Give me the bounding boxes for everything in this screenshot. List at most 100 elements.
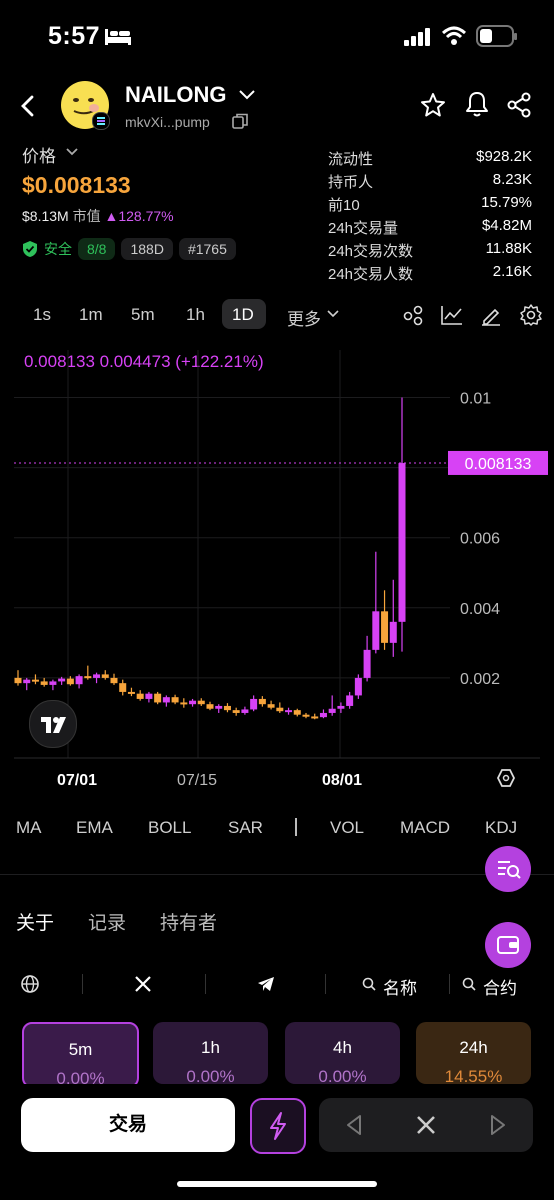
bell-icon[interactable] xyxy=(464,90,490,118)
chevron-down-icon[interactable] xyxy=(238,89,256,101)
tab-holders[interactable]: 持有者 xyxy=(160,908,217,935)
draw-pen-icon[interactable] xyxy=(480,304,502,326)
candle-body xyxy=(40,681,48,685)
indicator-macd[interactable]: MACD xyxy=(400,818,450,838)
stat-label: 流动性 xyxy=(328,151,374,168)
candle-body xyxy=(232,710,240,713)
stat-row: 前10 15.79% xyxy=(328,194,532,217)
period-card-1h[interactable]: 1h 0.00% xyxy=(153,1022,268,1084)
indicator-ema[interactable]: EMA xyxy=(76,818,113,838)
period-card-4h[interactable]: 4h 0.00% xyxy=(285,1022,400,1084)
candle-body xyxy=(389,621,397,643)
axis-settings-hexagon-dot xyxy=(502,774,510,782)
navigation-panel xyxy=(319,1098,533,1152)
candle-body xyxy=(319,712,327,718)
timeframe-1m[interactable]: 1m xyxy=(79,305,103,325)
quick-trade-button[interactable] xyxy=(250,1098,306,1154)
timeframe-more[interactable]: 更多 xyxy=(287,305,321,330)
token-name[interactable]: NAILONG xyxy=(125,82,226,108)
market-cap-row: $8.13M 市值 ▲128.77% xyxy=(22,206,174,226)
candle-body xyxy=(381,611,389,643)
candle-body xyxy=(241,709,249,713)
star-icon[interactable] xyxy=(420,92,446,118)
search-name-button[interactable]: 名称 xyxy=(383,974,417,999)
stat-label: 前10 xyxy=(328,197,360,214)
compare-icon[interactable] xyxy=(402,304,424,326)
search-list-fab[interactable] xyxy=(485,846,531,892)
indicator-kdj[interactable]: KDJ xyxy=(485,818,517,838)
shield-check-icon xyxy=(23,241,37,257)
stat-row: 持币人 8.23K xyxy=(328,171,532,194)
period-card-change: 0.00% xyxy=(186,1067,235,1084)
y-tick-label: 0.006 xyxy=(460,531,500,548)
candle-body xyxy=(23,679,31,684)
candle-body xyxy=(398,463,406,622)
y-tick-label: 0.002 xyxy=(460,671,500,688)
globe-icon[interactable] xyxy=(20,974,40,994)
candle-body xyxy=(93,674,101,678)
tradingview-logo xyxy=(29,700,77,748)
search-contract-button[interactable]: 合约 xyxy=(483,974,517,999)
indicator-boll[interactable]: BOLL xyxy=(148,818,191,838)
tab-about[interactable]: 关于 xyxy=(16,908,54,935)
rank-badge: #1765 xyxy=(178,238,236,260)
price-chevron-down-icon[interactable] xyxy=(65,147,79,157)
indicator-sar[interactable]: SAR xyxy=(228,818,263,838)
stat-value: 2.16K xyxy=(492,263,532,280)
candle-body xyxy=(276,707,284,712)
trade-button[interactable]: 交易 xyxy=(21,1098,235,1152)
copy-icon[interactable] xyxy=(232,113,248,129)
back-arrow-icon[interactable] xyxy=(18,95,38,117)
previous-triangle-icon[interactable] xyxy=(343,1114,365,1136)
period-card-label: 5m xyxy=(68,1040,93,1059)
close-icon[interactable] xyxy=(415,1114,437,1136)
battery-icon xyxy=(476,25,517,47)
stats-table: 流动性 $928.2K 持币人 8.23K 前10 15.79% 24h交易量 $4.82M 2… xyxy=(328,148,532,286)
candle-body xyxy=(84,676,92,679)
stat-label: 24h交易人数 xyxy=(328,266,414,283)
wallet-fab[interactable] xyxy=(485,922,531,968)
candle-body xyxy=(145,693,153,699)
stat-value: 15.79% xyxy=(481,194,532,211)
timeframe-1s[interactable]: 1s xyxy=(33,305,51,325)
home-indicator xyxy=(177,1181,377,1187)
share-icon[interactable] xyxy=(506,92,532,118)
safety-score-badge[interactable]: 8/8 xyxy=(78,238,116,260)
candle-body xyxy=(285,710,293,713)
divider xyxy=(82,974,83,994)
contract-search-icon xyxy=(462,977,476,991)
candle-body xyxy=(58,678,66,682)
telegram-icon[interactable] xyxy=(257,976,275,992)
stat-value: 8.23K xyxy=(492,171,532,188)
settings-gear-icon[interactable] xyxy=(519,303,543,327)
section-divider xyxy=(0,874,554,875)
token-address: mkvXi...pump xyxy=(125,114,210,130)
divider xyxy=(325,974,326,994)
period-card-label: 4h xyxy=(333,1038,352,1057)
tab-records[interactable]: 记录 xyxy=(88,908,126,935)
axis-settings-hexagon-icon[interactable] xyxy=(496,769,516,787)
indicator-vol[interactable]: VOL xyxy=(330,818,364,838)
candlestick-chart[interactable]: 0.010.0080.0060.0040.00207/0107/1508/010… xyxy=(0,340,554,800)
indicator-ma[interactable]: MA xyxy=(16,818,42,838)
y-tick-label: 0.01 xyxy=(460,391,491,408)
candle-body xyxy=(215,705,223,709)
period-card-5m[interactable]: 5m 0.00% xyxy=(22,1022,139,1088)
stat-label: 持币人 xyxy=(328,174,374,191)
more-chevron-down-icon[interactable] xyxy=(327,310,339,318)
stat-value: 11.88K xyxy=(485,240,532,257)
line-chart-icon[interactable] xyxy=(441,305,463,325)
timeframe-5m[interactable]: 5m xyxy=(131,305,155,325)
candle-body xyxy=(346,695,354,706)
y-tick-label: 0.004 xyxy=(460,601,500,618)
period-card-label: 24h xyxy=(459,1038,488,1057)
candle-body xyxy=(328,708,336,713)
candle-body xyxy=(267,704,275,708)
timeframe-1d[interactable]: 1D xyxy=(232,305,254,325)
next-triangle-icon[interactable] xyxy=(487,1114,509,1136)
stat-row: 24h交易人数 2.16K xyxy=(328,263,532,286)
timeframe-1h[interactable]: 1h xyxy=(186,305,205,325)
x-twitter-icon[interactable] xyxy=(134,975,152,993)
period-card-24h[interactable]: 24h 14.55% xyxy=(416,1022,531,1084)
candle-body xyxy=(66,678,74,685)
